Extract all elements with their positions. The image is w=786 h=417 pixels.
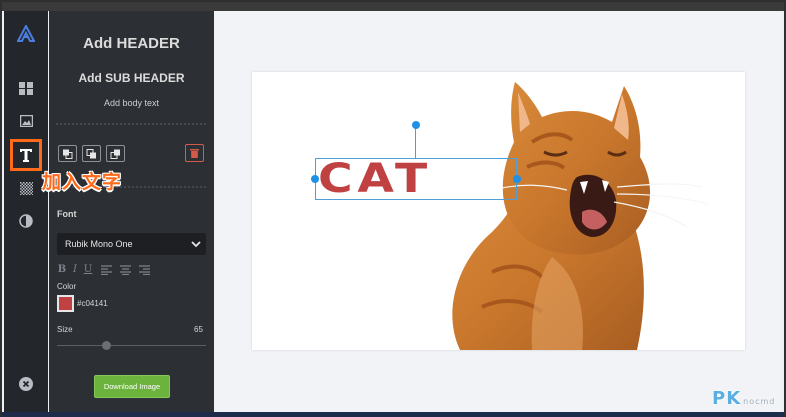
- align-right-icon[interactable]: [139, 264, 150, 275]
- color-label: Color: [57, 282, 77, 291]
- app-logo-icon[interactable]: [4, 19, 48, 49]
- align-left-icon[interactable]: [101, 264, 112, 275]
- editor-area: CAT: [215, 11, 782, 412]
- add-header-option[interactable]: Add HEADER: [49, 35, 214, 52]
- text-layer-cat[interactable]: CAT: [318, 156, 432, 202]
- send-backward-button[interactable]: [82, 145, 101, 162]
- window-bottom-bar: [2, 412, 784, 417]
- text-layer-selection[interactable]: CAT: [315, 156, 517, 202]
- layout-icon[interactable]: [4, 73, 48, 103]
- color-swatch[interactable]: [57, 295, 74, 312]
- window-top-bar: [2, 2, 784, 11]
- tool-rail: [4, 11, 48, 412]
- align-center-icon[interactable]: [120, 264, 131, 275]
- app-window: 加入文字 Add HEADER Add SUB HEADER Add body …: [0, 0, 786, 417]
- color-hex-value: #c04141: [77, 299, 108, 308]
- resize-handle-right[interactable]: [513, 175, 521, 183]
- bold-button[interactable]: B: [57, 264, 67, 275]
- trash-icon: [190, 149, 199, 158]
- watermark-logo: PK nocmd: [712, 388, 775, 409]
- design-canvas[interactable]: CAT: [252, 72, 745, 350]
- watermark-text: PK: [712, 388, 742, 409]
- delete-layer-button[interactable]: [185, 144, 204, 162]
- rotate-handle-line: [415, 125, 416, 158]
- size-label: Size: [57, 325, 73, 334]
- font-label: Font: [57, 209, 77, 219]
- size-value: 65: [194, 325, 203, 334]
- text-tool-icon[interactable]: [10, 139, 42, 171]
- size-slider[interactable]: [57, 345, 206, 346]
- font-select-value: Rubik Mono One: [65, 239, 133, 249]
- divider: [56, 123, 206, 125]
- add-body-text-option[interactable]: Add body text: [49, 98, 214, 108]
- chevron-down-icon: [191, 240, 201, 247]
- add-text-annotation: 加入文字: [42, 171, 123, 193]
- watermark-subtext: nocmd: [743, 397, 776, 406]
- cat-photo: [452, 82, 708, 350]
- send-to-back-button[interactable]: [58, 145, 77, 162]
- rotate-handle[interactable]: [412, 121, 420, 129]
- contrast-icon[interactable]: [4, 206, 48, 236]
- text-properties-panel: Add HEADER Add SUB HEADER Add body text …: [49, 11, 214, 412]
- underline-button[interactable]: U: [83, 264, 93, 275]
- close-icon[interactable]: [4, 369, 48, 399]
- italic-button[interactable]: I: [70, 264, 80, 275]
- resize-handle-left[interactable]: [311, 175, 319, 183]
- size-slider-thumb[interactable]: [101, 341, 111, 350]
- text-format-toolbar: B I U: [57, 264, 150, 275]
- download-image-button[interactable]: Download Image: [94, 375, 170, 398]
- font-select[interactable]: Rubik Mono One: [57, 233, 206, 255]
- image-icon[interactable]: [4, 106, 48, 136]
- bring-forward-button[interactable]: [106, 145, 125, 162]
- add-subheader-option[interactable]: Add SUB HEADER: [49, 71, 214, 85]
